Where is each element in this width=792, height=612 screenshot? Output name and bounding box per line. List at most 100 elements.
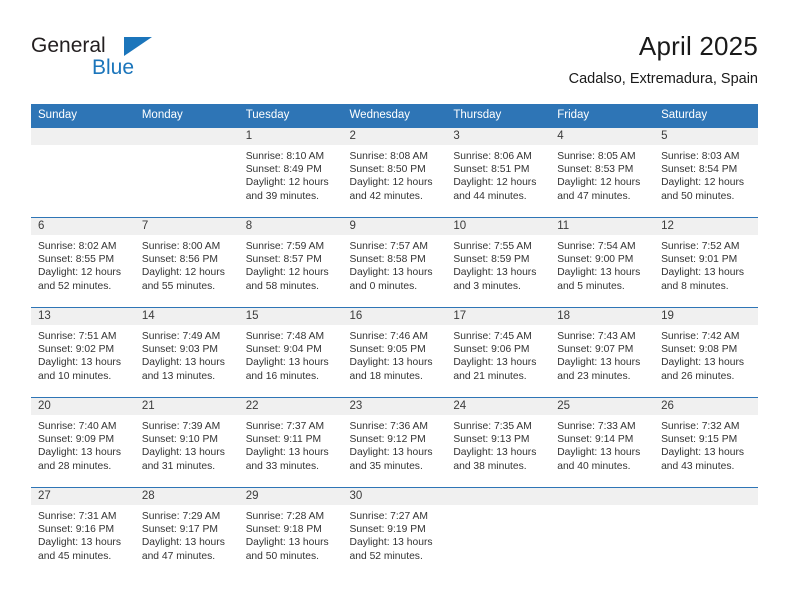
day-sun-details: Sunrise: 7:48 AM Sunset: 9:04 PM Dayligh… <box>245 331 329 382</box>
calendar-day-cell[interactable]: 13 Sunrise: 7:51 AM Sunset: 9:02 PM Dayli… <box>31 307 135 398</box>
calendar-week-row: 6 Sunrise: 8:02 AM Sunset: 8:55 PM Daylig… <box>31 217 758 308</box>
calendar-week-row: 20 Sunrise: 7:40 AM Sunset: 9:09 PM Dayli… <box>31 397 758 488</box>
weekday-header-tuesday: Tuesday <box>238 104 343 128</box>
calendar-day-cell[interactable]: 4 Sunrise: 8:05 AM Sunset: 8:53 PM Daylig… <box>550 127 655 218</box>
calendar-day-cell[interactable]: 7 Sunrise: 8:00 AM Sunset: 8:56 PM Daylig… <box>134 217 239 308</box>
calendar-empty-cell <box>31 127 135 218</box>
calendar-table: Sunday Monday Tuesday Wednesday Thursday… <box>31 104 758 578</box>
day-sun-details: Sunrise: 7:32 AM Sunset: 9:15 PM Dayligh… <box>661 421 745 472</box>
calendar-day-cell[interactable]: 28 Sunrise: 7:29 AM Sunset: 9:17 PM Dayli… <box>134 487 239 578</box>
calendar-week-row: 27 Sunrise: 7:31 AM Sunset: 9:16 PM Dayli… <box>31 487 758 578</box>
day-sun-details: Sunrise: 7:59 AM Sunset: 8:57 PM Dayligh… <box>245 241 329 292</box>
calendar-day-cell[interactable]: 9 Sunrise: 7:57 AM Sunset: 8:58 PM Daylig… <box>342 217 447 308</box>
day-number <box>31 128 135 145</box>
day-sun-details: Sunrise: 8:03 AM Sunset: 8:54 PM Dayligh… <box>661 151 745 202</box>
day-number: 21 <box>134 398 239 415</box>
calendar-week-row: 13 Sunrise: 7:51 AM Sunset: 9:02 PM Dayli… <box>31 307 758 398</box>
day-number: 18 <box>550 308 655 325</box>
day-sun-details: Sunrise: 7:46 AM Sunset: 9:05 PM Dayligh… <box>349 331 433 382</box>
day-number: 15 <box>238 308 343 325</box>
day-sun-details: Sunrise: 8:08 AM Sunset: 8:50 PM Dayligh… <box>349 151 433 202</box>
calendar-day-cell[interactable]: 29 Sunrise: 7:28 AM Sunset: 9:18 PM Dayli… <box>238 487 343 578</box>
day-number: 14 <box>134 308 239 325</box>
calendar-day-cell[interactable]: 10 Sunrise: 7:55 AM Sunset: 8:59 PM Dayli… <box>446 217 551 308</box>
day-sun-details: Sunrise: 7:49 AM Sunset: 9:03 PM Dayligh… <box>141 331 225 382</box>
day-sun-details: Sunrise: 8:00 AM Sunset: 8:56 PM Dayligh… <box>141 241 225 292</box>
calendar-body: 1 Sunrise: 8:10 AM Sunset: 8:49 PM Daylig… <box>31 127 758 578</box>
calendar-page: General Blue April 2025 Cadalso, Extrema… <box>0 0 792 612</box>
day-number: 11 <box>550 218 655 235</box>
calendar-day-cell[interactable]: 24 Sunrise: 7:35 AM Sunset: 9:13 PM Dayli… <box>446 397 551 488</box>
weekday-header-sunday: Sunday <box>31 104 135 128</box>
calendar-day-cell[interactable]: 26 Sunrise: 7:32 AM Sunset: 9:15 PM Dayli… <box>654 397 758 488</box>
day-number: 12 <box>654 218 758 235</box>
calendar-day-cell[interactable]: 27 Sunrise: 7:31 AM Sunset: 9:16 PM Dayli… <box>31 487 135 578</box>
day-sun-details: Sunrise: 7:43 AM Sunset: 9:07 PM Dayligh… <box>557 331 641 382</box>
day-number: 29 <box>238 488 343 505</box>
day-sun-details: Sunrise: 7:52 AM Sunset: 9:01 PM Dayligh… <box>661 241 745 292</box>
day-number: 1 <box>238 128 343 145</box>
day-sun-details: Sunrise: 7:27 AM Sunset: 9:19 PM Dayligh… <box>349 511 433 562</box>
calendar-day-cell[interactable]: 15 Sunrise: 7:48 AM Sunset: 9:04 PM Dayli… <box>238 307 343 398</box>
calendar-day-cell[interactable]: 3 Sunrise: 8:06 AM Sunset: 8:51 PM Daylig… <box>446 127 551 218</box>
day-sun-details: Sunrise: 7:37 AM Sunset: 9:11 PM Dayligh… <box>245 421 329 472</box>
calendar-day-cell[interactable]: 12 Sunrise: 7:52 AM Sunset: 9:01 PM Dayli… <box>654 217 758 308</box>
logo-text-blue: Blue <box>92 56 135 79</box>
weekday-header-saturday: Saturday <box>654 104 758 128</box>
day-number: 23 <box>342 398 447 415</box>
day-number: 13 <box>31 308 135 325</box>
day-number: 22 <box>238 398 343 415</box>
calendar-day-cell[interactable]: 14 Sunrise: 7:49 AM Sunset: 9:03 PM Dayli… <box>134 307 239 398</box>
day-sun-details: Sunrise: 7:57 AM Sunset: 8:58 PM Dayligh… <box>349 241 433 292</box>
day-sun-details: Sunrise: 7:40 AM Sunset: 9:09 PM Dayligh… <box>38 421 121 472</box>
calendar-day-cell[interactable]: 25 Sunrise: 7:33 AM Sunset: 9:14 PM Dayli… <box>550 397 655 488</box>
calendar-day-cell[interactable]: 6 Sunrise: 8:02 AM Sunset: 8:55 PM Daylig… <box>31 217 135 308</box>
day-sun-details: Sunrise: 7:31 AM Sunset: 9:16 PM Dayligh… <box>38 511 121 562</box>
day-number: 27 <box>31 488 135 505</box>
day-number: 20 <box>31 398 135 415</box>
calendar-day-cell[interactable]: 2 Sunrise: 8:08 AM Sunset: 8:50 PM Daylig… <box>342 127 447 218</box>
day-number: 9 <box>342 218 447 235</box>
calendar-day-cell[interactable]: 23 Sunrise: 7:36 AM Sunset: 9:12 PM Dayli… <box>342 397 447 488</box>
calendar-day-cell[interactable]: 11 Sunrise: 7:54 AM Sunset: 9:00 PM Dayli… <box>550 217 655 308</box>
logo-text-general: General <box>31 34 106 57</box>
calendar-day-cell[interactable]: 18 Sunrise: 7:43 AM Sunset: 9:07 PM Dayli… <box>550 307 655 398</box>
weekday-header-friday: Friday <box>550 104 655 128</box>
day-number: 7 <box>134 218 239 235</box>
calendar-day-cell[interactable]: 8 Sunrise: 7:59 AM Sunset: 8:57 PM Daylig… <box>238 217 343 308</box>
day-sun-details: Sunrise: 7:35 AM Sunset: 9:13 PM Dayligh… <box>453 421 537 472</box>
day-number: 2 <box>342 128 447 145</box>
day-number: 16 <box>342 308 447 325</box>
day-number: 17 <box>446 308 551 325</box>
calendar-day-cell[interactable]: 19 Sunrise: 7:42 AM Sunset: 9:08 PM Dayli… <box>654 307 758 398</box>
calendar-header-row: Sunday Monday Tuesday Wednesday Thursday… <box>31 104 758 128</box>
day-number: 4 <box>550 128 655 145</box>
title-block: April 2025 Cadalso, Extremadura, Spain <box>569 30 758 88</box>
day-number: 26 <box>654 398 758 415</box>
day-number: 5 <box>654 128 758 145</box>
calendar-day-cell[interactable]: 22 Sunrise: 7:37 AM Sunset: 9:11 PM Dayli… <box>238 397 343 488</box>
calendar-day-cell[interactable]: 17 Sunrise: 7:45 AM Sunset: 9:06 PM Dayli… <box>446 307 551 398</box>
day-number <box>134 128 239 145</box>
calendar-day-cell[interactable]: 1 Sunrise: 8:10 AM Sunset: 8:49 PM Daylig… <box>238 127 343 218</box>
day-number <box>550 488 655 505</box>
day-number: 30 <box>342 488 447 505</box>
day-sun-details: Sunrise: 7:45 AM Sunset: 9:06 PM Dayligh… <box>453 331 537 382</box>
calendar-day-cell[interactable]: 5 Sunrise: 8:03 AM Sunset: 8:54 PM Daylig… <box>654 127 758 218</box>
day-sun-details: Sunrise: 8:06 AM Sunset: 8:51 PM Dayligh… <box>453 151 537 202</box>
page-title: April 2025 <box>638 31 758 61</box>
day-number: 19 <box>654 308 758 325</box>
calendar-day-cell[interactable]: 21 Sunrise: 7:39 AM Sunset: 9:10 PM Dayli… <box>134 397 239 488</box>
day-sun-details: Sunrise: 8:10 AM Sunset: 8:49 PM Dayligh… <box>245 151 329 202</box>
calendar-empty-cell <box>654 487 758 578</box>
calendar-day-cell[interactable]: 30 Sunrise: 7:27 AM Sunset: 9:19 PM Dayli… <box>342 487 447 578</box>
calendar-day-cell[interactable]: 16 Sunrise: 7:46 AM Sunset: 9:05 PM Dayli… <box>342 307 447 398</box>
day-number: 8 <box>238 218 343 235</box>
calendar-day-cell[interactable]: 20 Sunrise: 7:40 AM Sunset: 9:09 PM Dayli… <box>31 397 135 488</box>
weekday-header-thursday: Thursday <box>446 104 551 128</box>
day-number: 10 <box>446 218 551 235</box>
triangle-icon <box>124 37 152 56</box>
day-sun-details: Sunrise: 7:33 AM Sunset: 9:14 PM Dayligh… <box>557 421 641 472</box>
page-header: General Blue April 2025 Cadalso, Extrema… <box>31 30 758 100</box>
day-number <box>446 488 551 505</box>
